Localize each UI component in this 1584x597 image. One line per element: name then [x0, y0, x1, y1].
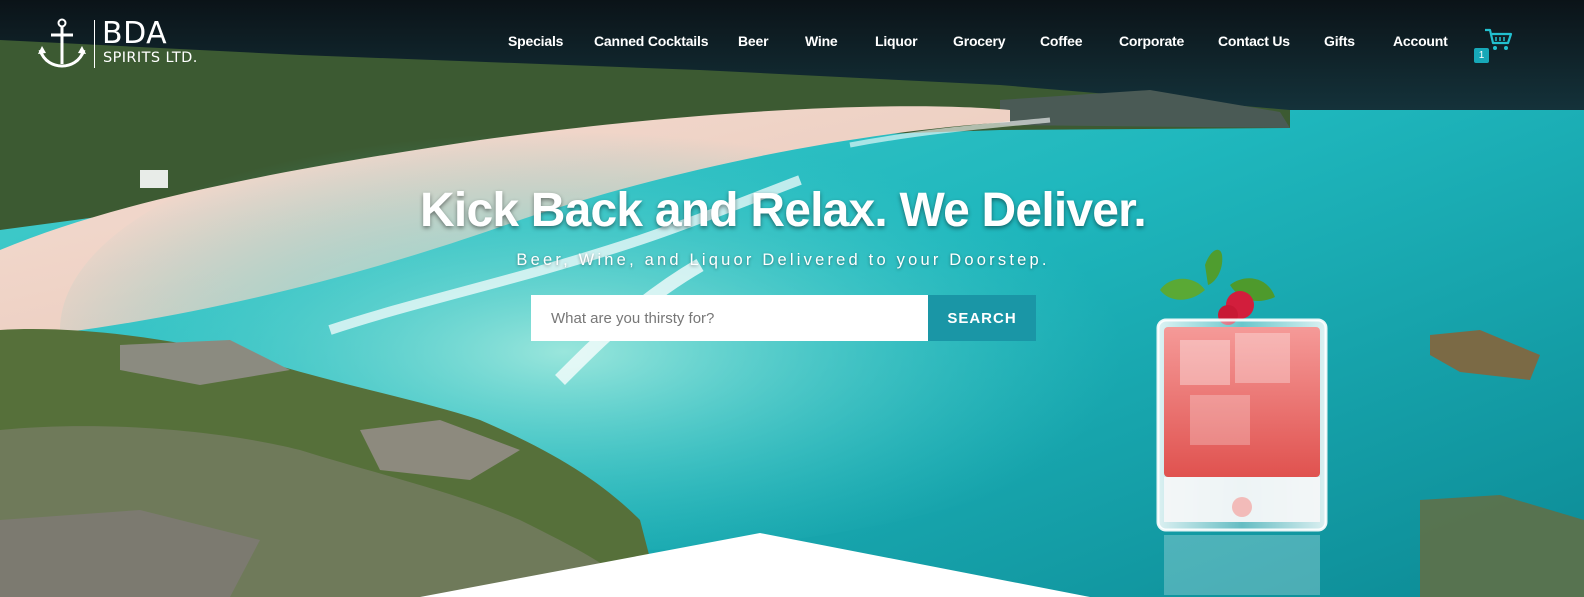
logo-divider — [94, 20, 95, 68]
search-input[interactable] — [531, 295, 928, 341]
nav-specials[interactable]: Specials — [508, 33, 563, 49]
cart-count-badge[interactable]: 1 — [1474, 48, 1489, 63]
cocktail-glass-image — [1156, 249, 1328, 595]
logo-subtitle: SPIRITS LTD. — [103, 50, 198, 66]
site-logo[interactable]: BDA SPIRITS LTD. — [38, 18, 218, 70]
nav-corporate[interactable]: Corporate — [1119, 33, 1184, 49]
nav-contact-us[interactable]: Contact Us — [1218, 33, 1290, 49]
nav-coffee[interactable]: Coffee — [1040, 33, 1083, 49]
nav-beer[interactable]: Beer — [738, 33, 769, 49]
hero-section: BDA SPIRITS LTD. Specials Canned Cocktai… — [0, 0, 1584, 597]
nav-liquor[interactable]: Liquor — [875, 33, 918, 49]
hero-headline: Kick Back and Relax. We Deliver. — [420, 184, 1147, 237]
nav-grocery[interactable]: Grocery — [953, 33, 1005, 49]
nav-canned-cocktails[interactable]: Canned Cocktails — [594, 33, 708, 49]
nav-wine[interactable]: Wine — [805, 33, 838, 49]
nav-account[interactable]: Account — [1393, 33, 1448, 49]
nav-gifts[interactable]: Gifts — [1324, 33, 1355, 49]
anchor-icon — [38, 18, 86, 68]
search-form: SEARCH — [531, 295, 1036, 341]
logo-brand: BDA — [102, 16, 168, 51]
search-button[interactable]: SEARCH — [928, 295, 1036, 341]
